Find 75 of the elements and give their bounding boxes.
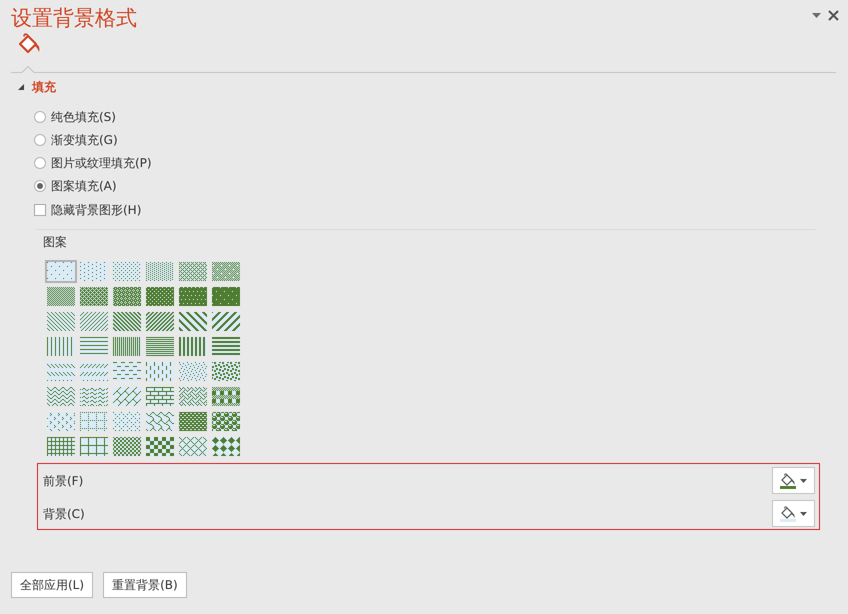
panel-title: 设置背景格式 [11,6,137,31]
pattern-swatch[interactable] [144,285,176,308]
radio-button[interactable] [34,180,46,192]
pattern-swatch[interactable] [111,285,143,308]
pattern-swatch[interactable] [78,285,110,308]
checkbox[interactable] [34,204,46,216]
pattern-swatch[interactable] [144,435,176,458]
pattern-swatch[interactable] [45,410,77,433]
pattern-swatch[interactable] [210,310,242,333]
picker-label: 前景(F) [43,474,84,488]
pattern-swatch[interactable] [45,360,77,383]
pattern-swatch[interactable] [45,435,77,458]
pattern-swatch[interactable] [144,335,176,358]
foreground-color-picker[interactable] [772,467,815,494]
section-title[interactable]: 填充 [32,80,56,94]
option-label[interactable]: 纯色填充(S) [51,110,116,124]
pattern-swatch[interactable] [45,285,77,308]
pattern-swatch[interactable] [78,410,110,433]
pattern-swatch[interactable] [111,310,143,333]
pattern-swatch[interactable] [177,410,209,433]
pattern-swatch[interactable] [177,360,209,383]
pattern-swatch[interactable] [210,260,242,283]
pattern-swatch[interactable] [177,310,209,333]
option-label[interactable]: 图案填充(A) [51,178,117,192]
pattern-swatch[interactable] [111,435,143,458]
pattern-swatch[interactable] [177,285,209,308]
pattern-swatch[interactable] [111,260,143,283]
paint-bucket-icon [780,506,796,518]
pattern-swatch[interactable] [144,310,176,333]
pattern-swatch[interactable] [78,335,110,358]
pattern-swatch[interactable] [78,385,110,408]
background-color-picker[interactable] [772,500,815,527]
pattern-label: 图案 [43,235,67,249]
option-label[interactable]: 图片或纹理填充(P) [51,156,152,170]
apply-to-all-button[interactable]: 全部应用(L) [11,572,94,598]
radio-button[interactable] [34,134,46,146]
picker-label: 背景(C) [43,506,85,520]
pattern-swatch[interactable] [144,260,176,283]
pattern-swatch[interactable] [78,435,110,458]
pattern-swatch[interactable] [144,410,176,433]
pattern-swatch[interactable] [210,410,242,433]
paint-bucket-icon [780,472,796,486]
pattern-swatch[interactable] [78,260,110,283]
pattern-swatch[interactable] [144,385,176,408]
pattern-swatch[interactable] [177,435,209,458]
pattern-swatch[interactable] [45,335,77,358]
checkbox-label[interactable]: 隐藏背景图形(H) [51,202,142,216]
pattern-swatch[interactable] [111,385,143,408]
pattern-swatch[interactable] [144,360,176,383]
pattern-swatch[interactable] [210,435,242,458]
pattern-swatch[interactable] [177,260,209,283]
pattern-swatch[interactable] [45,310,77,333]
pattern-swatch[interactable] [210,335,242,358]
paint-bucket-icon[interactable] [17,33,41,56]
pattern-swatch[interactable] [111,335,143,358]
pattern-swatch[interactable] [177,385,209,408]
radio-button[interactable] [34,156,46,168]
pattern-swatch[interactable] [78,360,110,383]
close-icon[interactable] [828,10,839,21]
pattern-swatch[interactable] [78,310,110,333]
reset-background-button[interactable]: 重置背景(B) [103,572,187,598]
pattern-swatch[interactable] [210,285,242,308]
pattern-swatch[interactable] [45,260,77,283]
pattern-swatch[interactable] [177,335,209,358]
dropdown-caret-icon [800,512,807,516]
pattern-swatch[interactable] [111,410,143,433]
pattern-swatch[interactable] [210,385,242,408]
radio-button[interactable] [34,110,46,122]
pattern-swatch[interactable] [45,385,77,408]
pattern-swatch[interactable] [111,360,143,383]
option-label[interactable]: 渐变填充(G) [51,132,118,146]
dropdown-caret-icon[interactable] [812,13,821,18]
dropdown-caret-icon [800,478,807,482]
expanded-triangle-icon[interactable] [18,84,24,90]
pattern-swatch[interactable] [210,360,242,383]
